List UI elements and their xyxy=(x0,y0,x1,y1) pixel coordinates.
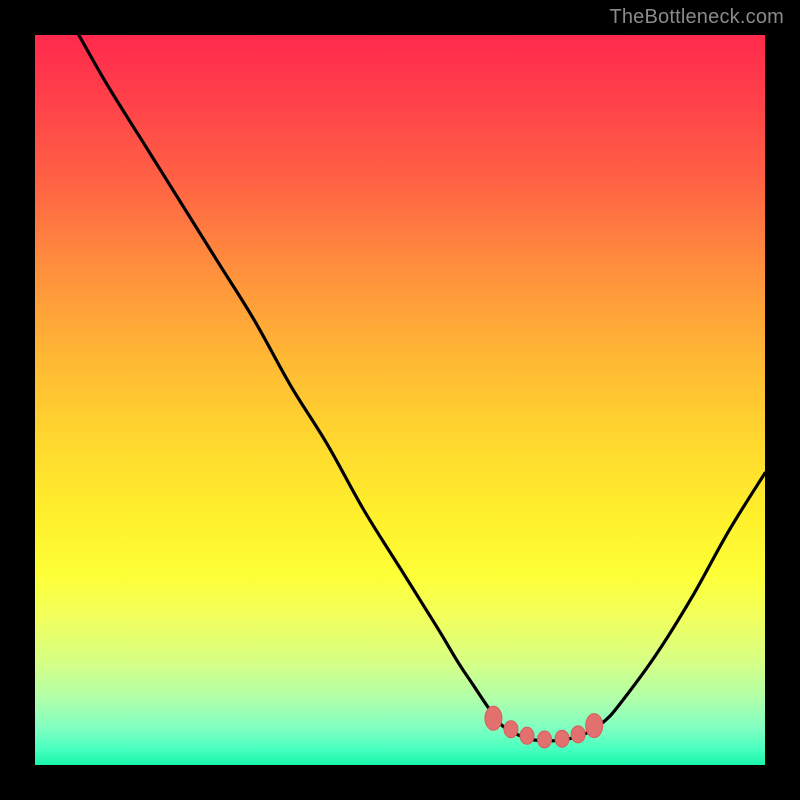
bottleneck-curve xyxy=(79,35,765,741)
optimal-marker xyxy=(520,727,534,744)
chart-container: TheBottleneck.com xyxy=(0,0,800,800)
optimal-marker xyxy=(571,726,585,743)
attribution-watermark: TheBottleneck.com xyxy=(609,6,784,29)
optimal-marker xyxy=(555,730,569,747)
optimal-marker xyxy=(538,731,552,748)
optimal-marker xyxy=(586,714,603,738)
curve-overlay xyxy=(35,35,765,765)
optimal-marker xyxy=(485,706,502,730)
optimal-marker xyxy=(504,721,518,738)
plot-area xyxy=(35,35,765,765)
